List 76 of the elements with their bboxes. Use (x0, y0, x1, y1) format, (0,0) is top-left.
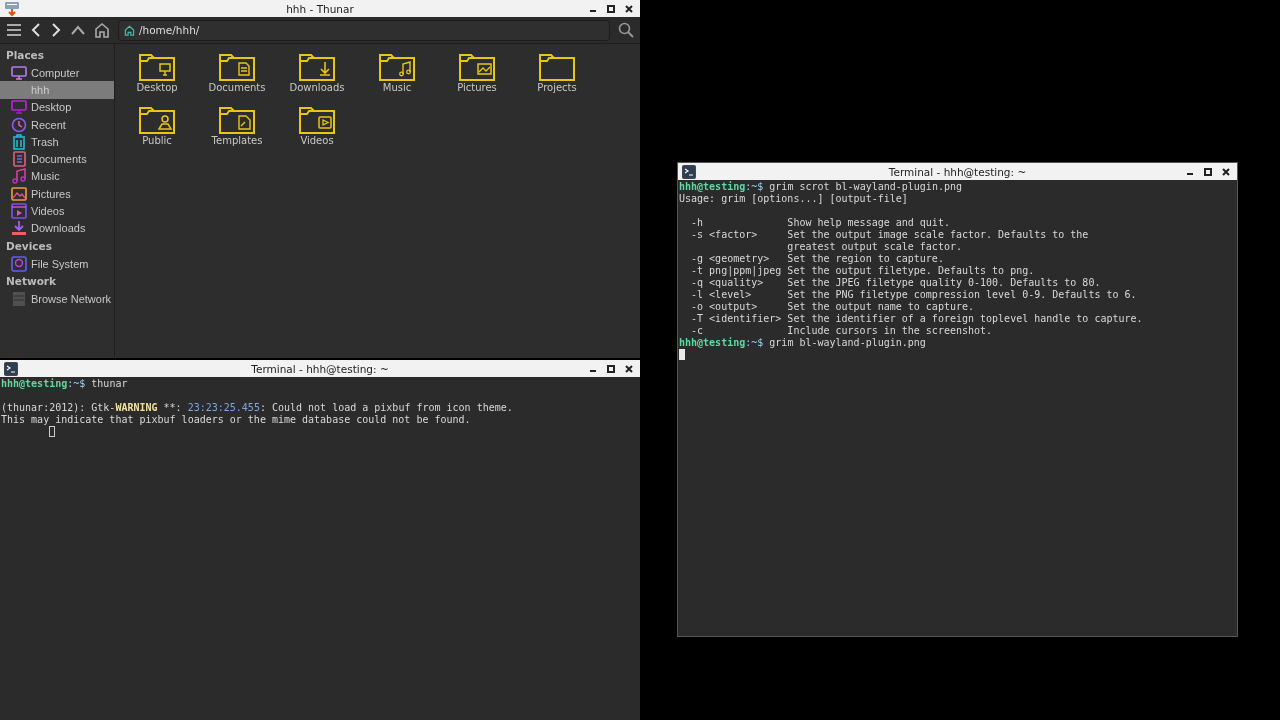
folder-item[interactable]: Videos (277, 106, 357, 159)
folder-item[interactable]: Downloads (277, 53, 357, 106)
sidebar-item[interactable]: Trash (0, 133, 114, 151)
videos-icon (11, 203, 27, 219)
sidebar-item[interactable]: Recent (0, 115, 114, 134)
terminal-app-icon (4, 361, 18, 376)
terminal-line: This may indicate that pixbuf loaders or the mime database could not be found. (1, 414, 472, 426)
terminal-line: -q <quality> Set the JPEG filetype quality 0-100. Defaults to 80. (690, 277, 1102, 289)
close-icon[interactable] (1222, 167, 1230, 176)
terminal-line: -t png|ppm|jpeg Set the output filetype. Defaults to png. (690, 265, 1036, 277)
folder-icon (459, 53, 495, 81)
terminal-line: hhh@testing:~$ grim bl-wayland-plugin.png (679, 337, 927, 349)
desktop-icon (11, 99, 27, 116)
home-icon[interactable] (94, 22, 110, 38)
folder-item[interactable]: Public (117, 106, 197, 159)
sidebar-item[interactable]: Downloads (0, 219, 114, 237)
close-icon[interactable] (625, 4, 633, 13)
documents-icon (11, 151, 27, 168)
terminal-line: Usage: grim [options...] [output-file] (679, 193, 909, 205)
sidebar-heading: Devices (5, 238, 53, 254)
terminal-app-icon (682, 164, 696, 179)
drive-icon (11, 255, 27, 272)
maximize-icon[interactable] (1204, 167, 1212, 176)
sidebar-item[interactable]: Desktop (0, 98, 114, 116)
terminal-line: -T <identifier> Set the identifier of a foreign toplevel handle to capture. (690, 313, 1144, 325)
location-field[interactable]: /home/hhh/ (118, 19, 610, 41)
terminal-line: greatest output scale factor. (786, 241, 963, 253)
sidebar-item[interactable]: Browse Network (0, 290, 114, 308)
terminal-line: -h Show help message and quit. (690, 217, 951, 229)
terminal-line: -g <geometry> Set the region to capture. (690, 253, 945, 265)
close-icon[interactable] (625, 364, 633, 373)
sidebar-item[interactable]: File System (0, 254, 114, 273)
terminal-line: -s <factor> Set the output image scale factor. Defaults to the (690, 229, 1090, 241)
sidebar-item[interactable]: Music (0, 167, 114, 186)
sidebar-item[interactable]: Documents (0, 150, 114, 168)
terminal-line: -o <output> Set the output name to capture. (690, 301, 975, 313)
terminal-line: -l <level> Set the PNG filetype compression level 0-9. Defaults to 6. (690, 289, 1138, 301)
sidebar-item[interactable]: Computer (0, 64, 114, 82)
folder-item[interactable]: Projects (517, 53, 597, 106)
window-title: hhh - Thunar (286, 2, 354, 15)
pictures-icon (11, 185, 27, 202)
sidebar-heading: Places (5, 48, 45, 63)
folder-icon (379, 53, 415, 81)
window-title: Terminal - hhh@testing: ~ (888, 165, 1027, 178)
terminal-line: hhh@testing:~$ grim scrot bl-wayland-plugin.png (679, 181, 963, 193)
computer-icon (11, 64, 27, 81)
window-title: Terminal - hhh@testing: ~ (251, 362, 389, 375)
menu-icon[interactable] (6, 23, 22, 37)
search-icon[interactable] (618, 22, 634, 38)
folder-icon (539, 53, 575, 81)
folder-item[interactable]: Templates (197, 106, 277, 159)
folder-icon (139, 53, 175, 81)
trash-icon (11, 133, 27, 150)
maximize-icon[interactable] (607, 4, 615, 13)
network-icon (11, 290, 27, 307)
downloads-icon (11, 220, 27, 237)
music-icon (11, 168, 27, 185)
folder-item[interactable]: Desktop (117, 53, 197, 106)
folder-icon (299, 53, 335, 81)
folder-item[interactable]: Documents (197, 53, 277, 106)
file-manager-app-icon (4, 0, 20, 17)
terminal-line: hhh@testing:~$ thunar (1, 378, 129, 390)
folder-item[interactable]: Music (357, 53, 437, 106)
folder-icon (139, 106, 175, 134)
maximize-icon[interactable] (607, 364, 615, 373)
sidebar-item[interactable]: Videos (0, 202, 114, 220)
folder-item[interactable]: Pictures (437, 53, 517, 106)
sidebar-item[interactable]: Pictures (0, 185, 114, 203)
terminal-line: -c Include cursors in the screenshot. (690, 325, 994, 337)
folder-icon (219, 53, 255, 81)
folder-icon (299, 106, 335, 134)
sidebar-heading: Network (5, 274, 57, 290)
recent-icon (11, 116, 27, 133)
terminal-line: (thunar:2012): Gtk-WARNING **: 23:23:25.455: Could not load a pixbuf from icon theme. (1, 402, 514, 414)
home-icon (124, 24, 135, 36)
folder-icon (219, 106, 255, 134)
